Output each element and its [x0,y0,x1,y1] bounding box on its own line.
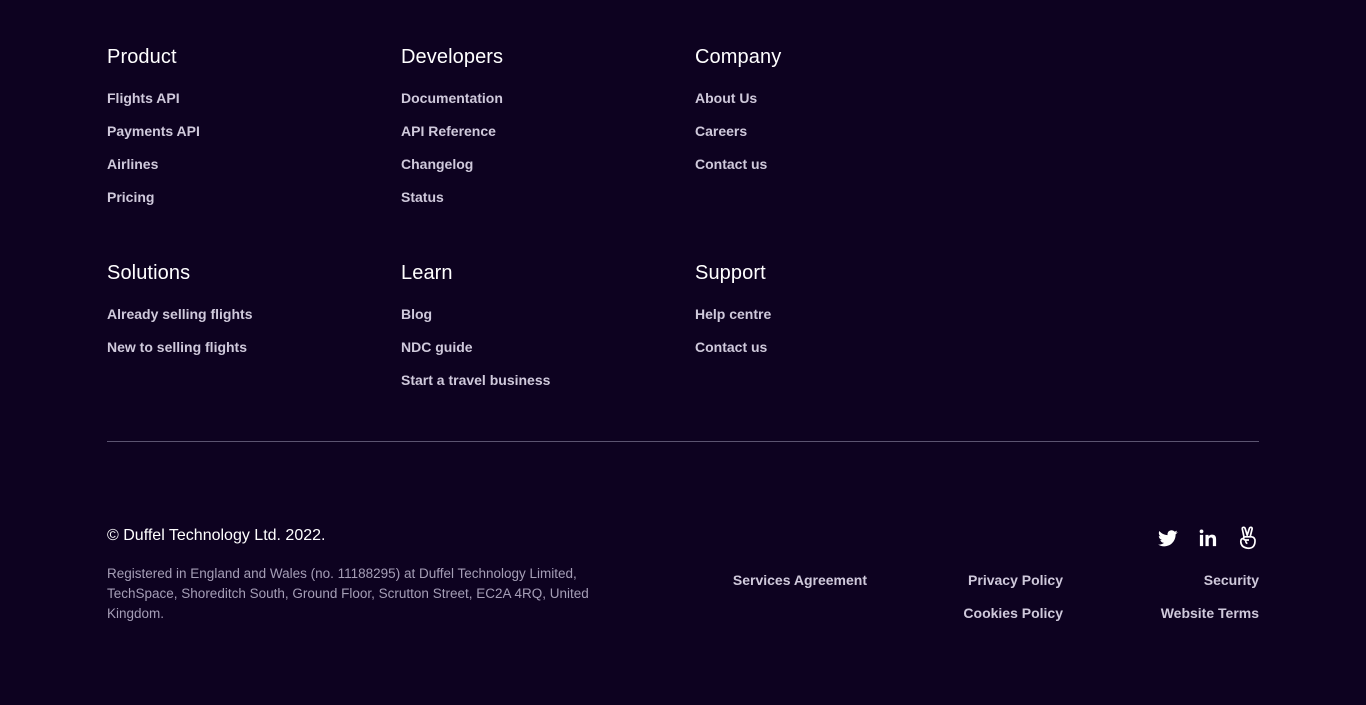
link-documentation[interactable]: Documentation [401,90,503,106]
link-airlines[interactable]: Airlines [107,156,158,172]
column-links: Already selling flights New to selling f… [107,304,387,370]
link-contact-us[interactable]: Contact us [695,156,767,172]
column-links: About Us Careers Contact us [695,88,975,187]
registered-address: Registered in England and Wales (no. 111… [107,566,589,621]
social-links [1157,526,1259,550]
link-blog[interactable]: Blog [401,306,432,322]
link-payments-api[interactable]: Payments API [107,123,200,139]
link-pricing[interactable]: Pricing [107,189,154,205]
twitter-link[interactable] [1157,526,1179,550]
column-heading: Support [695,262,766,284]
angellist-link[interactable] [1237,526,1259,550]
column-heading: Product [107,46,177,68]
link-careers[interactable]: Careers [695,123,747,139]
link-services-agreement[interactable]: Services Agreement [733,570,867,590]
twitter-icon [1158,529,1178,546]
column-heading: Learn [401,262,453,284]
footer-column-developers: Developers Documentation API Reference C… [401,45,681,220]
column-heading: Solutions [107,262,191,284]
link-support-contact-us[interactable]: Contact us [695,339,767,355]
footer-column-learn: Learn Blog NDC guide Start a travel busi… [401,261,681,403]
column-heading: Developers [401,46,504,68]
column-links: Documentation API Reference Changelog St… [401,88,681,220]
link-new-to-selling-flights[interactable]: New to selling flights [107,339,247,355]
linkedin-icon [1199,529,1217,547]
link-privacy-policy[interactable]: Privacy Policy [968,570,1063,590]
link-flights-api[interactable]: Flights API [107,90,180,106]
column-heading: Company [695,46,782,68]
column-links: Help centre Contact us [695,304,975,370]
link-start-travel-business[interactable]: Start a travel business [401,372,550,388]
link-website-terms[interactable]: Website Terms [1161,603,1259,623]
link-ndc-guide[interactable]: NDC guide [401,339,473,355]
footer-column-support: Support Help centre Contact us [695,261,975,370]
angellist-icon [1239,526,1256,550]
footer-column-solutions: Solutions Already selling flights New to… [107,261,387,370]
linkedin-link[interactable] [1197,526,1219,550]
link-api-reference[interactable]: API Reference [401,123,496,139]
link-already-selling-flights[interactable]: Already selling flights [107,306,252,322]
footer-column-product: Product Flights API Payments API Airline… [107,45,387,220]
site-footer: Product Flights API Payments API Airline… [0,0,1366,705]
column-links: Blog NDC guide Start a travel business [401,304,681,403]
link-help-centre[interactable]: Help centre [695,306,771,322]
footer-divider [107,441,1259,442]
link-status[interactable]: Status [401,189,444,205]
link-cookies-policy[interactable]: Cookies Policy [963,603,1063,623]
copyright-text: © Duffel Technology Ltd. 2022. [107,527,326,544]
column-links: Flights API Payments API Airlines Pricin… [107,88,387,220]
link-about-us[interactable]: About Us [695,90,757,106]
link-security[interactable]: Security [1204,570,1259,590]
link-changelog[interactable]: Changelog [401,156,473,172]
footer-column-company: Company About Us Careers Contact us [695,45,975,187]
